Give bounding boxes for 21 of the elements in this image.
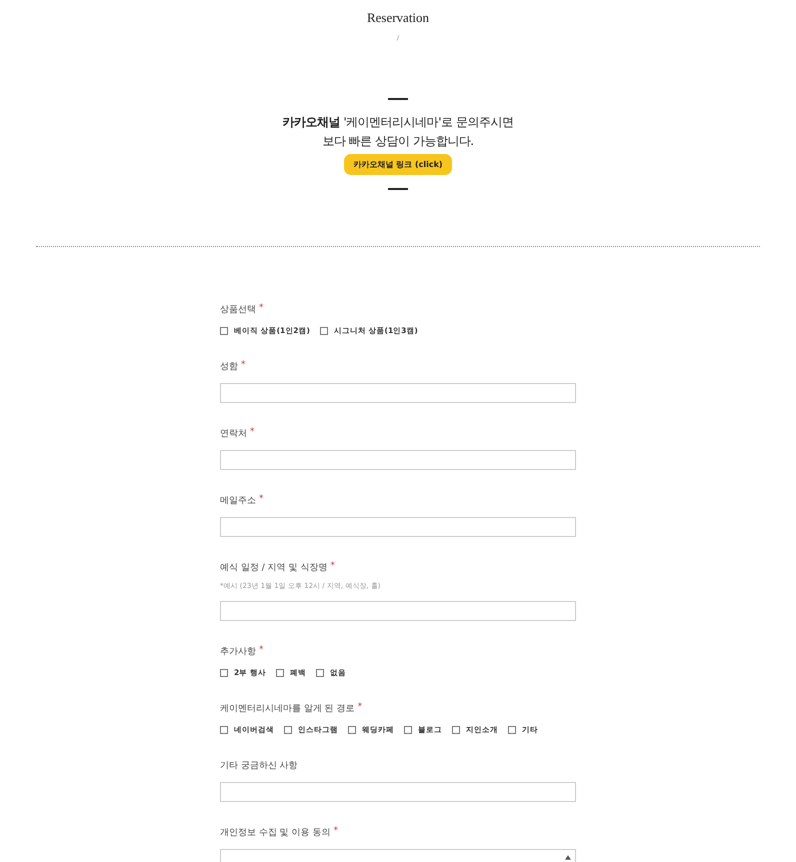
- field-label: 메일주소: [220, 495, 256, 507]
- field-label: 개인정보 수집 및 이용 동의: [220, 827, 330, 839]
- required-mark: *: [259, 645, 264, 657]
- notice-text: 보다 빠른 상담이 가능합니다.: [322, 133, 474, 150]
- field-label: 성함: [220, 361, 238, 373]
- required-mark: *: [330, 561, 335, 573]
- field-label: 기타 궁금하신 사항: [220, 760, 298, 772]
- field-label: 예식 일정 / 지역 및 식장명: [220, 562, 328, 574]
- required-mark: *: [259, 494, 264, 506]
- field-label: 연락처: [220, 428, 247, 440]
- required-mark: *: [259, 303, 264, 315]
- required-mark: *: [333, 826, 338, 838]
- required-mark: *: [241, 360, 246, 372]
- page-title: Reservation: [366, 10, 430, 26]
- field-label: 케이멘터리시네마를 알게 된 경로: [220, 703, 355, 715]
- required-mark: *: [250, 427, 254, 439]
- field-label: 상품선택: [220, 304, 256, 316]
- notice-text: 카카오채널 '케이멘터리시네마'로 문의주시면: [282, 114, 514, 131]
- kakao-channel-button[interactable]: 카카오채널 링크 (click): [344, 154, 452, 175]
- field-label: 추가사항: [220, 646, 256, 658]
- required-mark: *: [358, 702, 362, 714]
